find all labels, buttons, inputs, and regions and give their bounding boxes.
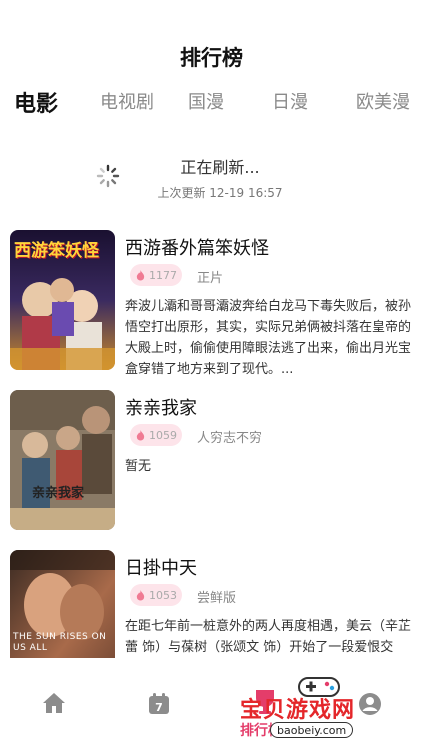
heat-badge: 1177	[130, 264, 182, 286]
poster-title-art: THE SUN RISES ON US ALL	[13, 632, 107, 653]
calendar-day: 7	[155, 701, 163, 714]
list-item[interactable]: 亲亲我家 亲亲我家 1059 人穷志不穷 暂无	[0, 388, 423, 530]
item-description: 奔波儿灞和哥哥灞波奔给白龙马下毒失败后，被孙悟空打出原形，其实，实际兄弟俩被抖落…	[125, 299, 412, 377]
site-watermark: 宝贝游戏网 baobeiy.com	[240, 670, 420, 740]
flame-icon	[136, 429, 145, 441]
ranking-list[interactable]: 西游笨妖怪 西游番外篇笨妖怪 1177 正片 奔波儿灞和哥哥灞波奔给白龙马下毒失…	[0, 226, 423, 658]
heat-count: 1053	[149, 588, 177, 602]
poster-image[interactable]: 亲亲我家	[10, 390, 115, 530]
item-title[interactable]: 亲亲我家	[125, 394, 197, 420]
refresh-status: 正在刷新...	[180, 158, 260, 177]
flame-icon	[136, 589, 145, 601]
tab-tv-series[interactable]: 电视剧	[100, 88, 154, 114]
heat-count: 1059	[149, 428, 177, 442]
watermark-text: 宝贝游戏网	[240, 698, 356, 723]
heat-count: 1177	[149, 268, 177, 282]
category-tabs: 电影 电视剧 国漫 日漫 欧美漫	[0, 88, 423, 118]
pull-to-refresh: 正在刷新... 上次更新 12-19 16:57	[0, 154, 423, 200]
page-title: 排行榜	[180, 46, 243, 70]
list-item[interactable]: 西游笨妖怪 西游番外篇笨妖怪 1177 正片 奔波儿灞和哥哥灞波奔给白龙马下毒失…	[0, 228, 423, 377]
item-tag: 人穷志不穷	[197, 431, 263, 446]
item-title[interactable]: 西游番外篇笨妖怪	[125, 234, 269, 260]
tab-movie[interactable]: 电影	[14, 86, 58, 118]
heat-badge: 1059	[130, 424, 182, 446]
poster-title-art: 西游笨妖怪	[14, 241, 99, 261]
last-update-time: 上次更新 12-19 16:57	[157, 186, 283, 200]
flame-icon	[136, 269, 145, 281]
item-description: 在距七年前一桩意外的两人再度相遇，美云（辛芷蕾 饰）与葆树（张颂文 饰）开始了一…	[125, 619, 412, 655]
tab-chinese-anime[interactable]: 国漫	[188, 88, 224, 114]
tab-japanese-anime[interactable]: 日漫	[272, 88, 308, 114]
calendar-icon: 7	[149, 693, 169, 714]
poster-image[interactable]: THE SUN RISES ON US ALL	[10, 550, 115, 658]
item-title[interactable]: 日掛中天	[125, 554, 197, 580]
home-icon	[43, 693, 65, 713]
item-tag: 正片	[197, 271, 224, 286]
item-description: 暂无	[125, 459, 152, 474]
tab-western-anime[interactable]: 欧美漫	[356, 88, 410, 114]
item-tag: 尝鲜版	[197, 591, 237, 606]
poster-image[interactable]: 西游笨妖怪	[10, 230, 115, 370]
bottom-navigation: 7 排行榜 宝贝游戏网 baobeiy.com	[0, 662, 423, 752]
watermark-url: baobeiy.com	[270, 722, 354, 738]
list-item[interactable]: THE SUN RISES ON US ALL 日掛中天 1053 尝鲜版 在距…	[0, 548, 423, 658]
nav-home[interactable]	[42, 692, 66, 718]
loading-spinner-icon	[96, 164, 120, 188]
poster-title-art: 亲亲我家	[32, 486, 85, 501]
nav-schedule[interactable]: 7	[147, 692, 171, 720]
heat-badge: 1053	[130, 584, 182, 606]
